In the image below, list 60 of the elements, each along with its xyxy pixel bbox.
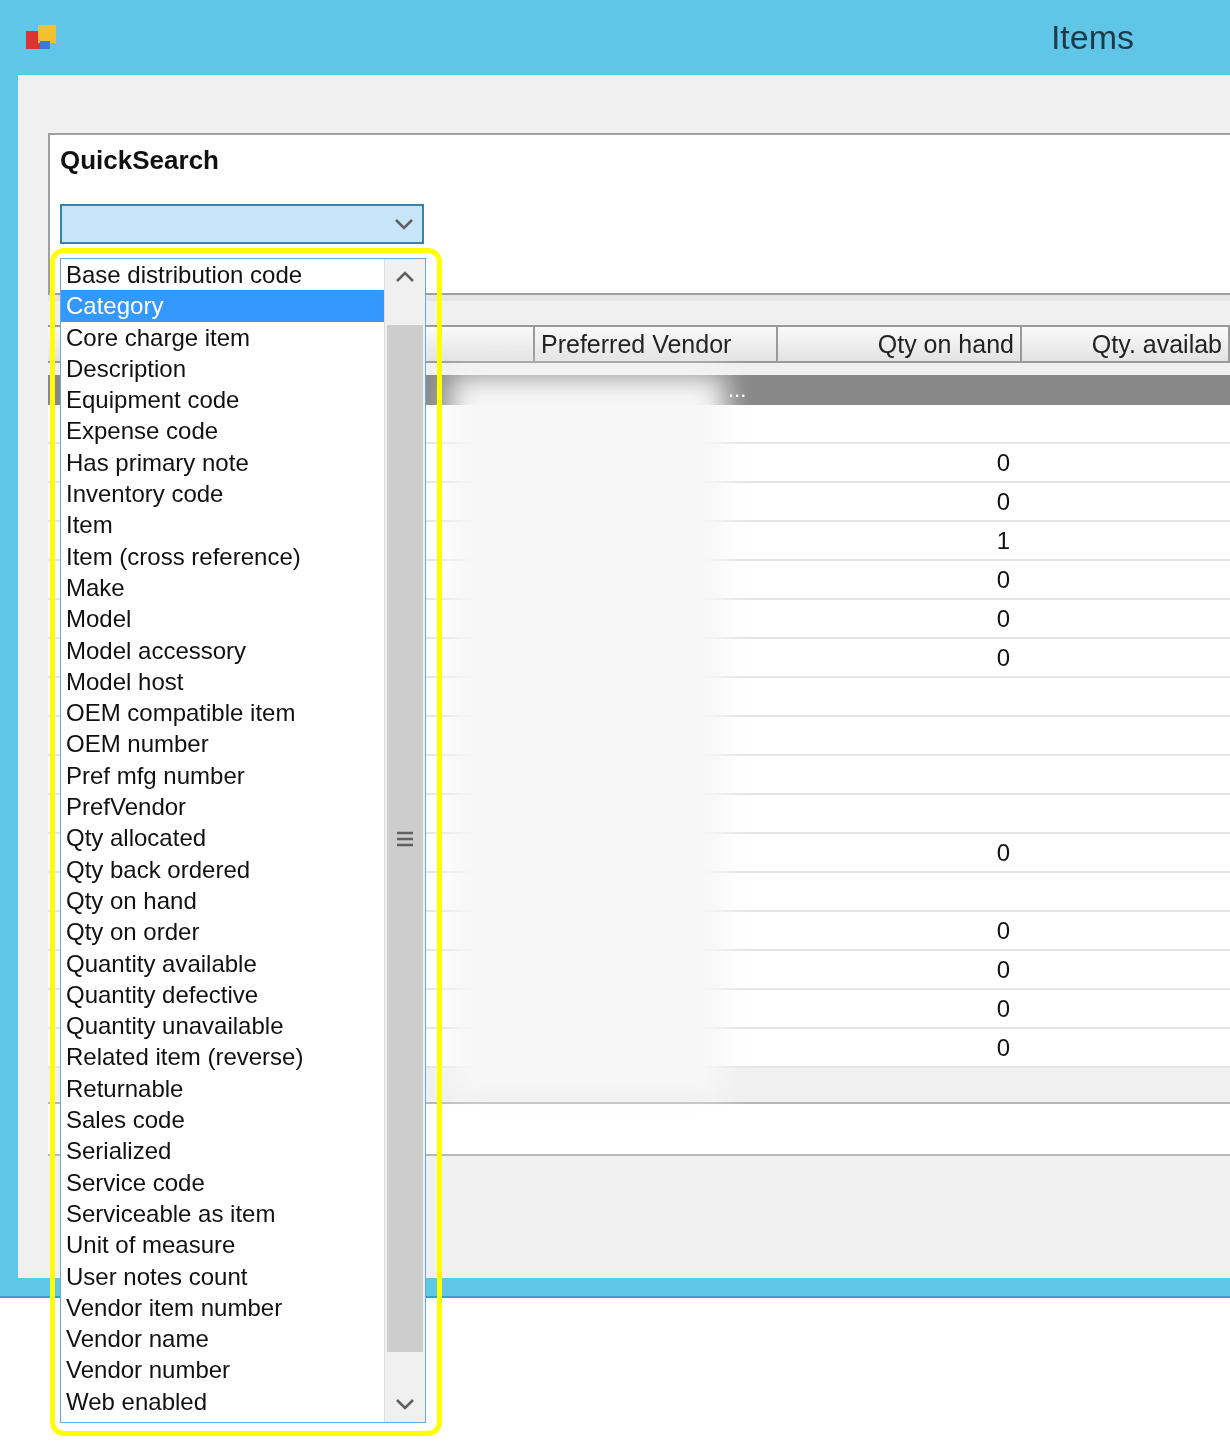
table-cell: 0: [996, 994, 1010, 1023]
table-cell: 0: [996, 838, 1010, 867]
dropdown-item[interactable]: User notes count: [61, 1260, 384, 1292]
dropdown-item[interactable]: Item: [61, 509, 384, 541]
dropdown-item[interactable]: Vendor name: [61, 1323, 384, 1355]
dropdown-item[interactable]: Base distribution code: [61, 259, 384, 291]
dropdown-item[interactable]: OEM compatible item: [61, 697, 384, 729]
dropdown-item[interactable]: Vendor item number: [61, 1291, 384, 1324]
column-header[interactable]: Qty on hand: [778, 325, 1022, 363]
chevron-down-icon: [394, 218, 414, 230]
dropdown-item[interactable]: Quantity unavailable: [61, 1010, 384, 1042]
table-cell: 0: [996, 487, 1010, 516]
dropdown-item[interactable]: Item (cross reference): [61, 540, 384, 572]
table-cell: 0: [996, 565, 1010, 594]
scroll-thumb[interactable]: [387, 325, 423, 1352]
window-title: Items: [1050, 18, 1134, 57]
table-cell: 0: [996, 448, 1010, 477]
dropdown-item[interactable]: Related item (reverse): [61, 1041, 384, 1073]
dropdown-item[interactable]: Expense code: [61, 415, 384, 447]
dropdown-item[interactable]: Qty back ordered: [61, 853, 384, 885]
table-cell: 0: [996, 1033, 1010, 1062]
dropdown-item[interactable]: Equipment code: [61, 384, 384, 416]
scrollbar[interactable]: [384, 259, 425, 1422]
dropdown-item[interactable]: OEM number: [61, 728, 384, 760]
dropdown-item[interactable]: Sales code: [61, 1104, 384, 1136]
dropdown-item[interactable]: Quantity available: [61, 947, 384, 979]
dropdown-item[interactable]: Returnable: [61, 1072, 384, 1104]
dropdown-item[interactable]: Service code: [61, 1166, 384, 1198]
scroll-down-icon: [395, 1398, 415, 1410]
dropdown-item[interactable]: Description: [61, 352, 384, 385]
column-header[interactable]: Preferred Vendor: [535, 325, 778, 363]
dropdown-item[interactable]: Model host: [61, 665, 384, 698]
table-cell: 0: [996, 916, 1010, 945]
quicksearch-dropdown[interactable]: [60, 204, 424, 244]
dropdown-item[interactable]: Core charge item: [61, 321, 384, 353]
dropdown-item[interactable]: Qty allocated: [61, 822, 384, 854]
dropdown-item[interactable]: Web enabled: [61, 1385, 384, 1417]
grip-icon: [396, 830, 414, 847]
dropdown-item[interactable]: Pref mfg number: [61, 759, 384, 792]
table-cell: 1: [996, 526, 1010, 555]
dropdown-item[interactable]: Vendor number: [61, 1354, 384, 1386]
dropdown-item[interactable]: Unit of measure: [61, 1229, 384, 1261]
dropdown-item[interactable]: Inventory code: [61, 478, 384, 510]
dropdown-item[interactable]: Model: [61, 603, 384, 635]
dropdown-item[interactable]: Make: [61, 571, 384, 604]
scroll-up-icon: [395, 271, 415, 283]
group-row-text: ...: [728, 377, 747, 403]
dropdown-item[interactable]: Quantity defective: [61, 978, 384, 1011]
table-cell: 0: [996, 604, 1010, 633]
dropdown-item[interactable]: Serviceable as item: [61, 1197, 384, 1230]
column-header[interactable]: Qty. availab: [1022, 325, 1230, 363]
table-cell: 0: [996, 955, 1010, 984]
quicksearch-label: QuickSearch: [60, 145, 220, 176]
dropdown-item[interactable]: Qty on order: [61, 916, 384, 948]
dropdown-item[interactable]: Serialized: [61, 1135, 384, 1167]
dropdown-item[interactable]: PrefVendor: [61, 791, 384, 823]
dropdown-item[interactable]: Model accessory: [61, 634, 384, 666]
dropdown-item[interactable]: Has primary note: [61, 446, 384, 479]
table-cell: 0: [996, 643, 1010, 672]
dropdown-item[interactable]: Qty on hand: [61, 884, 384, 917]
